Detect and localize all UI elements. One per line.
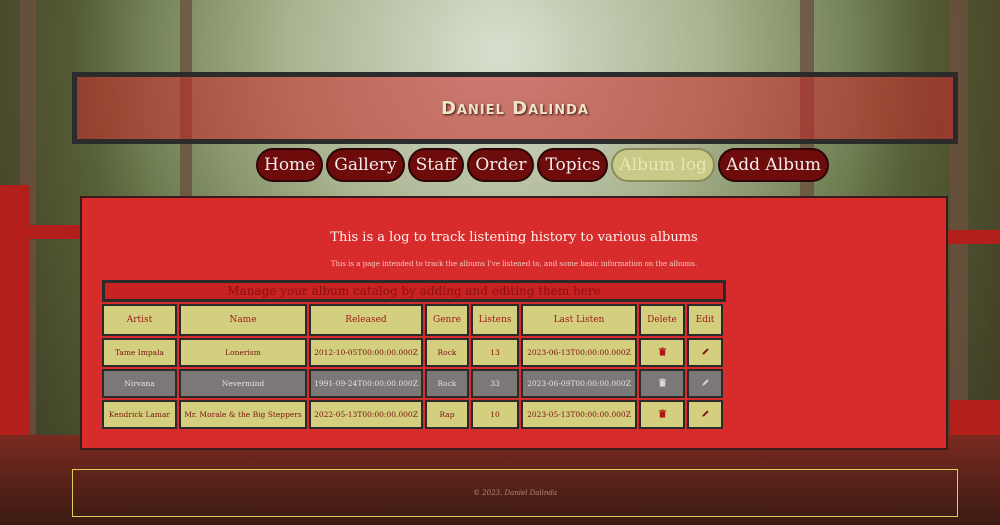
table-row: Tame Impala Lonerism 2012-10-05T00:00:00.0… xyxy=(102,338,723,367)
cell-name: Lonerism xyxy=(179,338,307,367)
cell-last-listen: 2023-06-09T00:00:00.000Z xyxy=(521,369,637,398)
trash-icon xyxy=(658,347,667,358)
nav-staff-button[interactable]: Staff xyxy=(407,148,465,182)
cell-listens: 13 xyxy=(471,338,519,367)
table-row: Nirvana Nevermind 1991-09-24T00:00:00.000Z… xyxy=(102,369,723,398)
cell-released: 2012-10-05T00:00:00.000Z xyxy=(309,338,423,367)
edit-button[interactable] xyxy=(687,369,723,398)
cell-genre: Rap xyxy=(425,400,469,429)
cell-listens: 10 xyxy=(471,400,519,429)
delete-button[interactable] xyxy=(639,400,685,429)
nav-home-button[interactable]: Home xyxy=(256,148,324,182)
cell-artist: Tame Impala xyxy=(102,338,177,367)
album-log-panel: This is a log to track listening history… xyxy=(80,196,948,450)
pencil-icon xyxy=(701,410,710,420)
cell-released: 1991-09-24T00:00:00.000Z xyxy=(309,369,423,398)
copyright-text: © 2023, Daniel Dalinda xyxy=(472,489,558,497)
table-row: Kendrick Lamar Mr. Morale & the Big Stepp… xyxy=(102,400,723,429)
trash-icon xyxy=(658,378,667,389)
page-heading: This is a log to track listening history… xyxy=(330,230,698,245)
edit-button[interactable] xyxy=(687,338,723,367)
cell-genre: Rock xyxy=(425,369,469,398)
column-header-name: Name xyxy=(179,304,307,336)
column-header-released: Released xyxy=(309,304,423,336)
cell-artist: Nirvana xyxy=(102,369,177,398)
column-header-edit: Edit xyxy=(687,304,723,336)
column-header-last-listen: Last Listen xyxy=(521,304,637,336)
cell-name: Nevermind xyxy=(179,369,307,398)
pencil-icon xyxy=(701,348,710,358)
column-header-listens: Listens xyxy=(471,304,519,336)
site-title: Daniel Dalinda xyxy=(440,97,589,119)
site-header: Daniel Dalinda xyxy=(72,72,958,144)
column-header-artist: Artist xyxy=(102,304,177,336)
cell-released: 2022-05-13T00:00:00.000Z xyxy=(309,400,423,429)
cell-last-listen: 2023-06-13T00:00:00.000Z xyxy=(521,338,637,367)
table-header-row: Artist Name Released Genre Listens Last Liste… xyxy=(102,304,723,336)
site-footer: © 2023, Daniel Dalinda xyxy=(72,469,958,517)
nav-order-button[interactable]: Order xyxy=(467,148,535,182)
main-nav: Home Gallery Staff Order Topics Album log Add … xyxy=(256,148,830,182)
cell-last-listen: 2023-05-13T00:00:00.000Z xyxy=(521,400,637,429)
album-table-container: Manage your album catalog by adding and … xyxy=(102,280,726,431)
nav-album-log-button[interactable]: Album log xyxy=(611,148,715,182)
page-subheading: This is a page intended to track the alb… xyxy=(330,260,698,268)
column-header-delete: Delete xyxy=(639,304,685,336)
edit-button[interactable] xyxy=(687,400,723,429)
cell-artist: Kendrick Lamar xyxy=(102,400,177,429)
nav-topics-button[interactable]: Topics xyxy=(537,148,609,182)
pencil-icon xyxy=(701,379,710,389)
cell-listens: 33 xyxy=(471,369,519,398)
trash-icon xyxy=(658,409,667,420)
album-table: Artist Name Released Genre Listens Last Liste… xyxy=(100,302,725,431)
nav-gallery-button[interactable]: Gallery xyxy=(326,148,405,182)
delete-button[interactable] xyxy=(639,338,685,367)
table-caption: Manage your album catalog by adding and … xyxy=(102,280,726,302)
cell-genre: Rock xyxy=(425,338,469,367)
cell-name: Mr. Morale & the Big Steppers xyxy=(179,400,307,429)
column-header-genre: Genre xyxy=(425,304,469,336)
nav-add-album-button[interactable]: Add Album xyxy=(717,148,830,182)
delete-button[interactable] xyxy=(639,369,685,398)
